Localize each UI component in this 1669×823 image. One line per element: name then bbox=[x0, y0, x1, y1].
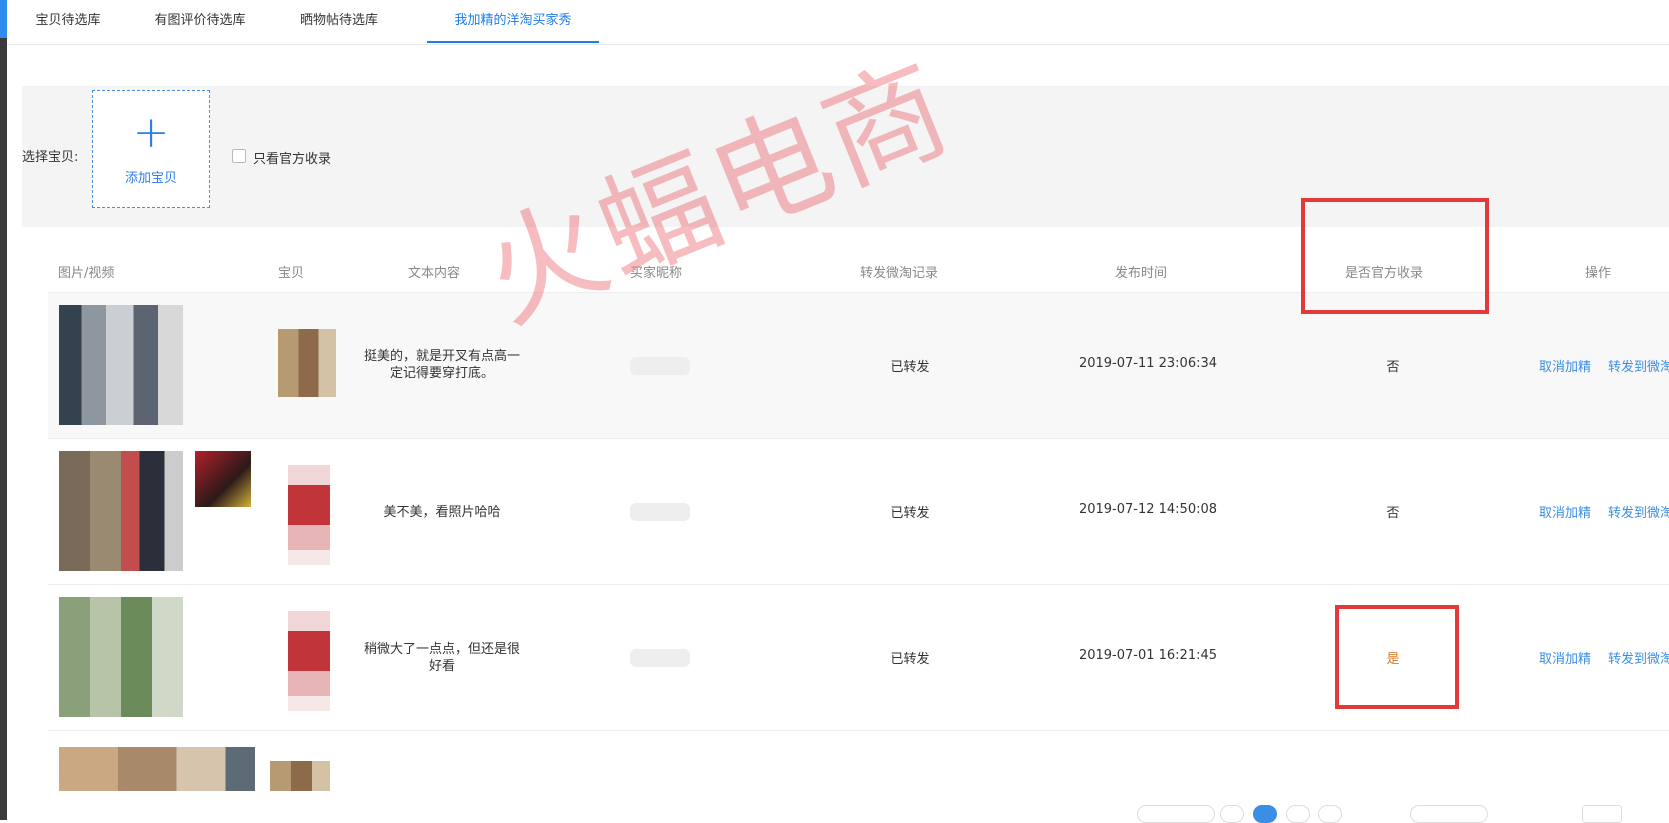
pagination-page-current[interactable] bbox=[1253, 805, 1277, 823]
buyer-nick-blurred bbox=[630, 649, 690, 667]
publish-time: 2019-07-01 16:21:45 bbox=[1078, 648, 1218, 663]
highlight-box-official-yes bbox=[1335, 605, 1459, 709]
sidebar-accent bbox=[0, 0, 7, 38]
cancel-featured-link[interactable]: 取消加精 bbox=[1535, 356, 1595, 375]
media-thumbnail[interactable] bbox=[59, 305, 183, 425]
item-thumbnail[interactable] bbox=[288, 611, 330, 711]
add-item-label: 添加宝贝 bbox=[124, 171, 177, 186]
column-header-publish-time: 发布时间 bbox=[1115, 266, 1168, 281]
pagination-page[interactable] bbox=[1220, 805, 1244, 823]
item-thumbnail[interactable] bbox=[288, 465, 330, 565]
cancel-featured-link[interactable]: 取消加精 bbox=[1535, 502, 1595, 521]
publish-time: 2019-07-11 23:06:34 bbox=[1078, 356, 1218, 371]
column-header-item: 宝贝 bbox=[278, 266, 305, 281]
forward-status: 已转发 bbox=[890, 360, 930, 375]
select-item-label: 选择宝贝: bbox=[22, 150, 79, 165]
cancel-featured-link[interactable]: 取消加精 bbox=[1535, 648, 1595, 667]
forward-to-weitao-link[interactable]: 转发到微淘 bbox=[1608, 648, 1669, 667]
tab-my-featured-buyer-show[interactable]: 我加精的洋淘买家秀 bbox=[427, 0, 599, 43]
forward-to-weitao-link[interactable]: 转发到微淘 bbox=[1608, 502, 1669, 521]
forward-status: 已转发 bbox=[890, 506, 930, 521]
add-item-button[interactable]: + 添加宝贝 bbox=[92, 90, 210, 208]
pagination-prev[interactable] bbox=[1137, 805, 1215, 823]
official-status: 否 bbox=[1386, 506, 1400, 521]
item-thumbnail[interactable] bbox=[270, 761, 330, 791]
official-only-label: 只看官方收录 bbox=[253, 152, 332, 167]
publish-time: 2019-07-12 14:50:08 bbox=[1078, 502, 1218, 517]
column-header-actions: 操作 bbox=[1585, 266, 1612, 281]
media-thumbnail[interactable] bbox=[59, 747, 255, 791]
column-header-buyer-nick: 买家昵称 bbox=[630, 266, 683, 281]
plus-icon: + bbox=[132, 107, 170, 158]
pagination-page[interactable] bbox=[1318, 805, 1342, 823]
table-row: 挺美的，就是开叉有点高一 定记得要穿打底。 已转发 2019-07-11 23:0… bbox=[48, 293, 1669, 439]
media-thumbnail-extra[interactable] bbox=[195, 451, 251, 507]
media-thumbnail[interactable] bbox=[59, 451, 183, 571]
tab-image-review-pool[interactable]: 有图评价待选库 bbox=[151, 0, 249, 43]
pagination-next[interactable] bbox=[1410, 805, 1488, 823]
column-header-text: 文本内容 bbox=[408, 266, 461, 281]
forward-status: 已转发 bbox=[890, 652, 930, 667]
official-only-checkbox[interactable] bbox=[232, 149, 246, 163]
forward-to-weitao-link[interactable]: 转发到微淘 bbox=[1608, 356, 1669, 375]
review-text: 稍微大了一点点，但还是很 好看 bbox=[363, 642, 520, 674]
pagination-jump-input[interactable] bbox=[1582, 805, 1622, 823]
review-text: 挺美的，就是开叉有点高一 定记得要穿打底。 bbox=[363, 349, 520, 381]
table-row: 美不美，看照片哈哈 已转发 2019-07-12 14:50:08 否 取消加精… bbox=[48, 439, 1669, 585]
review-text: 美不美，看照片哈哈 bbox=[383, 505, 501, 520]
left-sidebar-edge bbox=[0, 0, 7, 820]
tab-item-pool[interactable]: 宝贝待选库 bbox=[33, 0, 103, 43]
column-header-forward-record: 转发微淘记录 bbox=[860, 266, 939, 281]
tab-bar: 宝贝待选库 有图评价待选库 晒物帖待选库 我加精的洋淘买家秀 bbox=[7, 0, 1669, 45]
pagination-page[interactable] bbox=[1286, 805, 1310, 823]
highlight-box-header bbox=[1301, 198, 1489, 314]
official-status: 否 bbox=[1386, 360, 1400, 375]
table-row bbox=[48, 731, 1669, 791]
buyer-nick-blurred bbox=[630, 503, 690, 521]
buyer-nick-blurred bbox=[630, 357, 690, 375]
column-header-media: 图片/视频 bbox=[58, 266, 115, 281]
item-thumbnail[interactable] bbox=[278, 329, 336, 397]
tab-show-post-pool[interactable]: 晒物帖待选库 bbox=[297, 0, 381, 43]
media-thumbnail[interactable] bbox=[59, 597, 183, 717]
